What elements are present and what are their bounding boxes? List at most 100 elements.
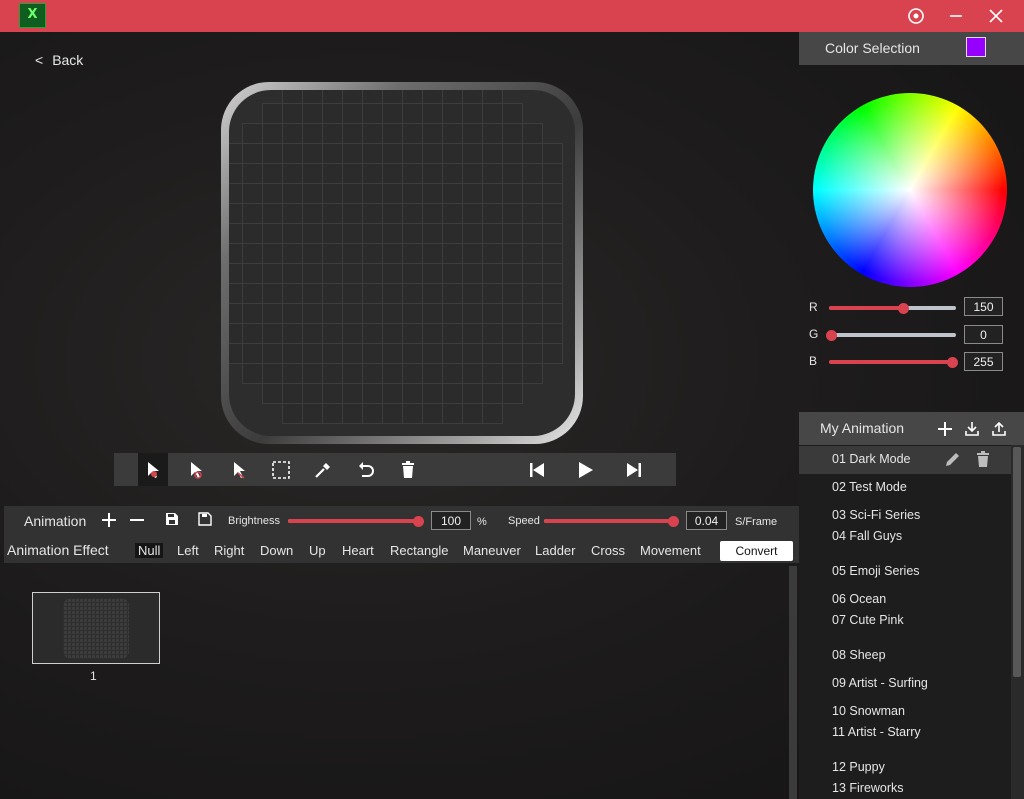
- led-cell[interactable]: [242, 183, 263, 204]
- led-cell[interactable]: [482, 283, 503, 304]
- led-cell[interactable]: [462, 163, 483, 184]
- led-cell[interactable]: [502, 123, 523, 144]
- led-cell[interactable]: [522, 203, 543, 224]
- led-cell[interactable]: [542, 203, 563, 224]
- led-cell[interactable]: [382, 383, 403, 404]
- g-value-input[interactable]: 0: [964, 325, 1003, 344]
- led-cell[interactable]: [362, 243, 383, 264]
- led-cell[interactable]: [442, 183, 463, 204]
- led-cell[interactable]: [322, 283, 343, 304]
- led-cell[interactable]: [482, 383, 503, 404]
- led-cell[interactable]: [442, 223, 463, 244]
- led-cell[interactable]: [282, 103, 303, 124]
- minimize-icon[interactable]: [945, 5, 967, 27]
- led-cell[interactable]: [402, 163, 423, 184]
- led-cell[interactable]: [262, 203, 283, 224]
- led-cell[interactable]: [282, 90, 303, 104]
- led-cell[interactable]: [362, 123, 383, 144]
- led-cell[interactable]: [522, 223, 543, 244]
- led-cell[interactable]: [262, 303, 283, 324]
- led-cell[interactable]: [302, 323, 323, 344]
- back-button[interactable]: < Back: [35, 52, 83, 68]
- led-cell[interactable]: [262, 223, 283, 244]
- effect-right[interactable]: Right: [214, 543, 244, 558]
- brightness-slider-handle[interactable]: [413, 515, 424, 527]
- speed-value-input[interactable]: 0.04: [686, 511, 727, 530]
- led-cell[interactable]: [482, 243, 503, 264]
- led-cell[interactable]: [342, 343, 363, 364]
- led-cell[interactable]: [502, 343, 523, 364]
- led-cell[interactable]: [302, 103, 323, 124]
- g-slider-handle[interactable]: [826, 329, 837, 341]
- led-cell[interactable]: [262, 323, 283, 344]
- led-cell[interactable]: [462, 343, 483, 364]
- animation-item-04[interactable]: 04 Fall Guys: [799, 523, 1011, 551]
- led-cell[interactable]: [382, 263, 403, 284]
- convert-button[interactable]: Convert: [720, 541, 793, 561]
- led-cell[interactable]: [302, 223, 323, 244]
- led-cell[interactable]: [322, 263, 343, 284]
- led-cell[interactable]: [522, 243, 543, 264]
- led-cell[interactable]: [542, 343, 563, 364]
- led-cell[interactable]: [322, 383, 343, 404]
- led-cell[interactable]: [282, 183, 303, 204]
- led-cell[interactable]: [402, 283, 423, 304]
- led-cell[interactable]: [462, 363, 483, 384]
- remove-frame-icon[interactable]: [129, 512, 145, 528]
- led-cell[interactable]: [462, 383, 483, 404]
- led-cell[interactable]: [422, 223, 443, 244]
- led-cell[interactable]: [402, 243, 423, 264]
- led-cell[interactable]: [502, 323, 523, 344]
- led-cell[interactable]: [542, 243, 563, 264]
- frames-scrollbar[interactable]: [789, 566, 797, 799]
- led-cell[interactable]: [242, 163, 263, 184]
- led-cell[interactable]: [542, 223, 563, 244]
- settings-icon[interactable]: [905, 5, 927, 27]
- led-cell[interactable]: [229, 183, 243, 204]
- led-cell[interactable]: [502, 383, 523, 404]
- led-cell[interactable]: [502, 183, 523, 204]
- led-cell[interactable]: [442, 343, 463, 364]
- led-cell[interactable]: [402, 343, 423, 364]
- led-cell[interactable]: [302, 363, 323, 384]
- led-cell[interactable]: [442, 363, 463, 384]
- led-cell[interactable]: [522, 323, 543, 344]
- undo-icon[interactable]: [351, 453, 381, 486]
- frame-thumbnail[interactable]: [32, 592, 160, 664]
- b-value-input[interactable]: 255: [964, 352, 1003, 371]
- led-cell[interactable]: [422, 363, 443, 384]
- led-cell[interactable]: [262, 183, 283, 204]
- led-cell[interactable]: [422, 123, 443, 144]
- led-cell[interactable]: [302, 263, 323, 284]
- play-icon[interactable]: [570, 453, 600, 486]
- led-cell[interactable]: [442, 243, 463, 264]
- led-cell[interactable]: [342, 263, 363, 284]
- led-cell[interactable]: [482, 263, 503, 284]
- led-cell[interactable]: [362, 103, 383, 124]
- close-icon[interactable]: [985, 5, 1007, 27]
- save-icon[interactable]: [165, 512, 179, 526]
- led-cell[interactable]: [342, 163, 363, 184]
- led-cell[interactable]: [522, 263, 543, 284]
- led-cell[interactable]: [462, 243, 483, 264]
- led-cell[interactable]: [302, 90, 323, 104]
- led-cell[interactable]: [382, 323, 403, 344]
- led-cell[interactable]: [502, 303, 523, 324]
- led-cell[interactable]: [229, 283, 243, 304]
- led-cell[interactable]: [362, 263, 383, 284]
- effect-movement[interactable]: Movement: [640, 543, 701, 558]
- led-cell[interactable]: [342, 90, 363, 104]
- led-cell[interactable]: [422, 103, 443, 124]
- led-cell[interactable]: [422, 303, 443, 324]
- led-cell[interactable]: [262, 123, 283, 144]
- led-cell[interactable]: [422, 203, 443, 224]
- led-cell[interactable]: [382, 183, 403, 204]
- animation-item-05[interactable]: 05 Emoji Series: [799, 558, 1011, 586]
- led-cell[interactable]: [462, 123, 483, 144]
- effect-null[interactable]: Null: [135, 543, 164, 558]
- animation-item-01[interactable]: 01 Dark Mode: [799, 446, 1011, 474]
- led-cell[interactable]: [502, 163, 523, 184]
- led-cell[interactable]: [362, 323, 383, 344]
- led-cell[interactable]: [342, 123, 363, 144]
- led-cell[interactable]: [229, 243, 243, 264]
